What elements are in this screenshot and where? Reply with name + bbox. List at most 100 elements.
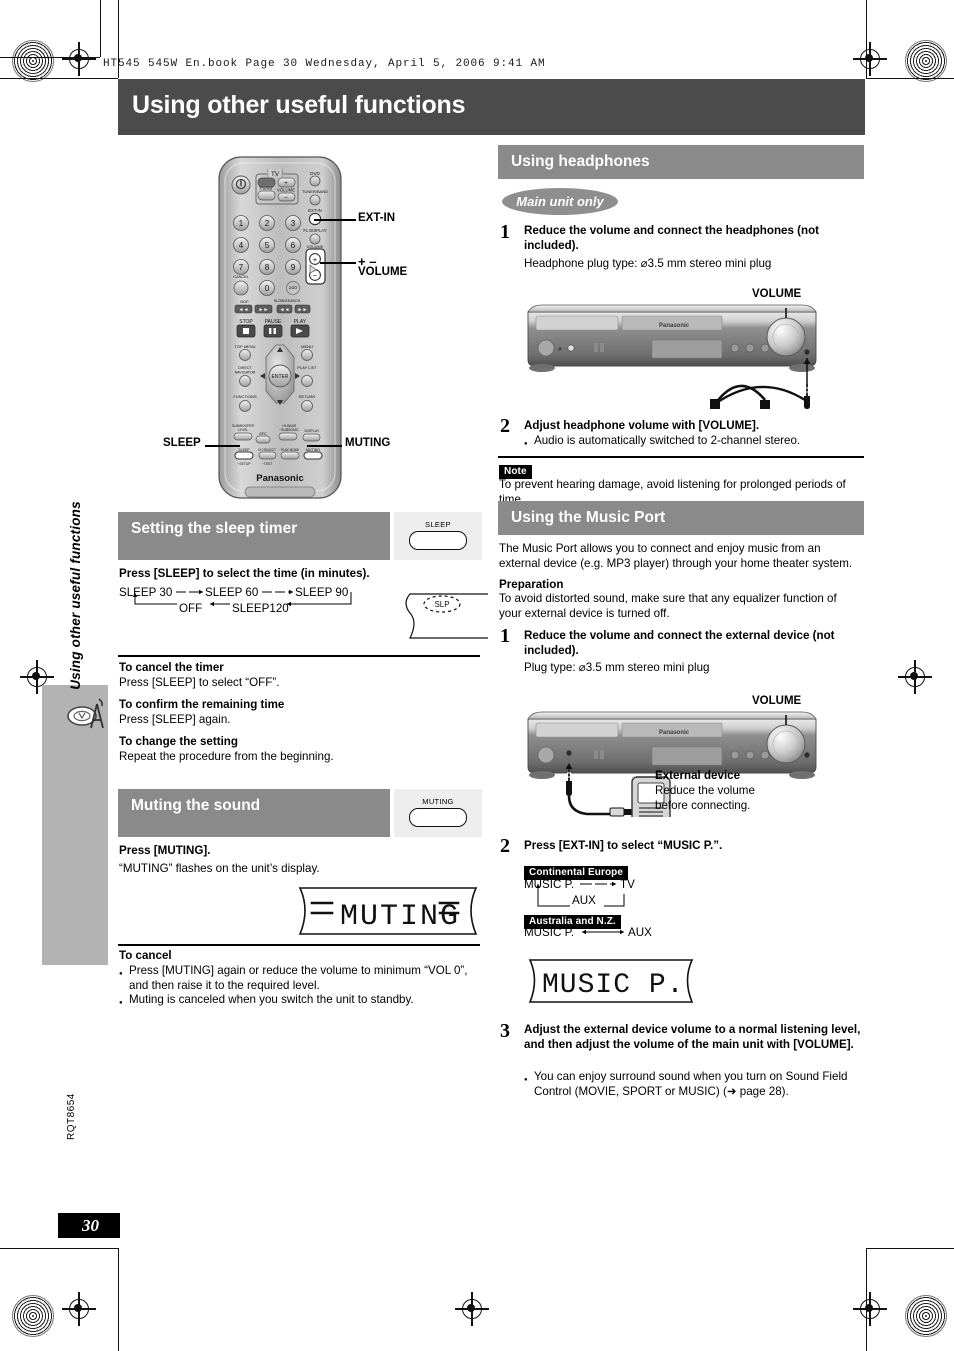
europe-flow-diagram: MUSIC P. TV AUX bbox=[524, 877, 684, 911]
music-port-preparation-title: Preparation bbox=[499, 578, 564, 591]
music-port-step-1-title: Reduce the volume and connect the extern… bbox=[524, 629, 835, 657]
svg-text:−: − bbox=[284, 196, 288, 202]
sleep-sub2-title: To confirm the remaining time bbox=[119, 698, 285, 711]
svg-text:MENU: MENU bbox=[301, 344, 313, 349]
sleep-key-button[interactable] bbox=[409, 531, 467, 550]
svg-text:0: 0 bbox=[265, 284, 270, 293]
music-port-display-illustration: MUSIC P. bbox=[528, 959, 694, 1003]
sleep-timer-heading: Setting the sleep timer bbox=[131, 520, 298, 537]
svg-text:FL DISPLAY: FL DISPLAY bbox=[303, 228, 326, 233]
sleep-sub1-title: To cancel the timer bbox=[119, 661, 224, 674]
muting-key-label: MUTING bbox=[422, 797, 454, 806]
headphones-section-header: Using headphones bbox=[498, 145, 864, 179]
sleep-instruction: Press [SLEEP] to select the time (in min… bbox=[119, 567, 370, 580]
music-port-step-3-number: 3 bbox=[500, 1020, 510, 1042]
headphones-step-2-title: Adjust headphone volume with [VOLUME]. bbox=[524, 419, 760, 432]
headphones-step-1-number: 1 bbox=[500, 221, 510, 243]
svg-text:NAVIGATOR: NAVIGATOR bbox=[235, 371, 256, 375]
crop-mark-v-top2 bbox=[100, 0, 102, 57]
svg-text:−SETUP: −SETUP bbox=[237, 462, 251, 466]
external-device-line-1: Reduce the volume bbox=[655, 784, 755, 797]
svg-text:►►: ►► bbox=[298, 307, 308, 313]
headphones-heading: Using headphones bbox=[511, 153, 650, 170]
document-code: RQT8654 bbox=[66, 1093, 77, 1140]
manual-page: HT545 545W En.book Page 30 Wednesday, Ap… bbox=[0, 0, 954, 1351]
page-number-box: 30 bbox=[58, 1213, 120, 1238]
callout-sleep: SLEEP bbox=[163, 437, 201, 449]
sleep-timer-section-header: Setting the sleep timer bbox=[118, 512, 390, 560]
svg-text:−: − bbox=[313, 271, 318, 280]
callout-ext-in: EXT-IN bbox=[358, 212, 396, 224]
svg-text:◄◄: ◄◄ bbox=[280, 307, 290, 313]
remote-control-illustration: TV TV/AV + VOLUME − DVD TUNER/BAND EXT-I… bbox=[218, 156, 342, 499]
svg-text:+: + bbox=[313, 255, 318, 264]
muting-divider-rule bbox=[118, 944, 480, 946]
crop-mark-v-top-right bbox=[866, 0, 868, 78]
music-port-step-2-number: 2 bbox=[500, 835, 510, 857]
svg-text:EXT-IN: EXT-IN bbox=[308, 208, 322, 213]
halftone-dot-mark-tl bbox=[12, 40, 54, 82]
external-device-line-2: before connecting. bbox=[655, 799, 751, 812]
music-port-section-header: Using the Music Port bbox=[498, 501, 864, 535]
sleep-key-label: SLEEP bbox=[425, 520, 451, 529]
sleep-flow-diagram: SLEEP 30 SLEEP 60 SLEEP 90 OFF SLEEP120 bbox=[119, 585, 369, 621]
print-header-text: HT545 545W En.book Page 30 Wednesday, Ap… bbox=[103, 58, 546, 70]
crop-mark-h-top bbox=[0, 78, 118, 80]
muting-key-button[interactable] bbox=[409, 808, 467, 827]
chapter-tab-label-wrap: Using other useful functions bbox=[62, 480, 88, 710]
svg-text:PLAY LIST: PLAY LIST bbox=[297, 365, 317, 370]
muting-note: “MUTING” flashes on the unit’s display. bbox=[119, 862, 320, 875]
svg-text:VOLUME: VOLUME bbox=[307, 244, 324, 249]
registration-mark-top-right bbox=[853, 42, 887, 76]
svg-text:1: 1 bbox=[239, 219, 244, 228]
muting-display-illustration: MUTING bbox=[298, 887, 478, 935]
music-port-step-1-body: Plug type: ⌀3.5 mm stereo mini plug bbox=[524, 661, 710, 674]
svg-text:6: 6 bbox=[291, 241, 296, 250]
muting-leader-line bbox=[307, 445, 342, 447]
crop-mark-v-bottom bbox=[118, 1248, 120, 1351]
svg-text:Panasonic: Panasonic bbox=[659, 730, 690, 736]
sleep-sub2-body: Press [SLEEP] again. bbox=[119, 713, 231, 726]
halftone-dot-mark-br bbox=[905, 1295, 947, 1337]
svg-text:TV: TV bbox=[271, 171, 280, 178]
crop-mark-h-bottom bbox=[0, 1248, 118, 1250]
svg-text:−TEST: −TEST bbox=[262, 462, 273, 466]
svg-text:3: 3 bbox=[291, 219, 296, 228]
svg-text:−SUBSONIC: −SUBSONIC bbox=[279, 428, 299, 432]
muting-cancel-title: To cancel bbox=[119, 949, 172, 962]
sleep-sub1-body: Press [SLEEP] to select “OFF”. bbox=[119, 676, 280, 689]
svg-text:ENTER: ENTER bbox=[272, 374, 289, 380]
svg-text:SFC: SFC bbox=[259, 432, 267, 436]
svg-text:CH SELECT: CH SELECT bbox=[258, 448, 276, 452]
crop-mark-h-bottom-right bbox=[866, 1248, 954, 1250]
anz-flow-diagram: MUSIC P. AUX bbox=[524, 925, 684, 943]
svg-text:CANCEL: CANCEL bbox=[233, 275, 248, 279]
muting-instruction: Press [MUTING]. bbox=[119, 844, 211, 857]
sleep-sub3-body: Repeat the procedure from the beginning. bbox=[119, 750, 334, 763]
headphones-note-rule bbox=[498, 456, 864, 458]
page-number: 30 bbox=[82, 1216, 99, 1235]
muting-heading: Muting the sound bbox=[131, 797, 261, 814]
svg-text:≥10: ≥10 bbox=[289, 285, 297, 290]
music-port-step-3-bullet: You can enjoy surround sound when you tu… bbox=[524, 1069, 854, 1099]
europe-flow-arrows bbox=[535, 881, 625, 907]
svg-text:7: 7 bbox=[239, 263, 244, 272]
svg-text:MUTING: MUTING bbox=[306, 448, 320, 452]
crop-mark-h-top-right bbox=[866, 78, 954, 80]
headphones-volume-label: VOLUME bbox=[752, 288, 802, 300]
sleep-key-box: SLEEP bbox=[392, 512, 482, 560]
volume-leader-line bbox=[320, 262, 356, 264]
callout-volume: VOLUME bbox=[358, 266, 408, 278]
sleep-sub3-title: To change the setting bbox=[119, 735, 238, 748]
main-unit-only-badge: Main unit only bbox=[502, 188, 618, 215]
headphones-step-2-number: 2 bbox=[500, 415, 510, 437]
svg-text:Panasonic: Panasonic bbox=[256, 473, 304, 484]
svg-text:SLEEP: SLEEP bbox=[238, 448, 250, 452]
svg-text:TUNER/BAND: TUNER/BAND bbox=[302, 189, 328, 194]
svg-text:FUNCTIONS: FUNCTIONS bbox=[233, 394, 257, 399]
registration-mark-bottom-left bbox=[62, 1292, 96, 1326]
music-port-intro: The Music Port allows you to connect and… bbox=[499, 542, 853, 570]
muting-key-box: MUTING bbox=[392, 789, 482, 837]
music-port-step-1-number: 1 bbox=[500, 625, 510, 647]
main-unit-only-label: Main unit only bbox=[516, 194, 604, 209]
